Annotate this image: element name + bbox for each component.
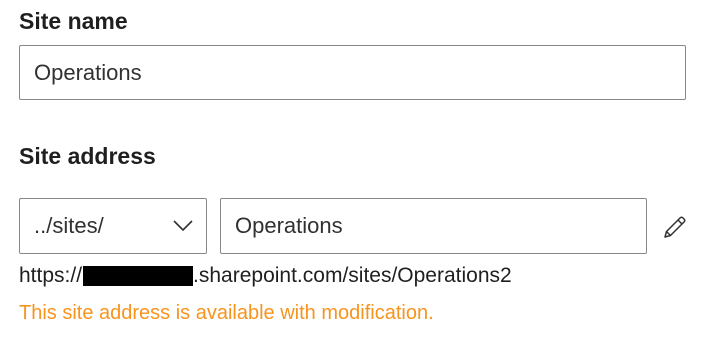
site-address-label: Site address xyxy=(19,143,156,169)
site-path-dropdown-value: ../sites/ xyxy=(34,213,104,238)
site-name-input[interactable]: Operations xyxy=(19,45,686,100)
redacted-tenant-name xyxy=(83,266,194,286)
pencil-icon[interactable] xyxy=(661,213,689,241)
chevron-down-icon xyxy=(172,219,194,233)
site-path-dropdown[interactable]: ../sites/ xyxy=(19,198,207,254)
site-address-value: Operations xyxy=(235,213,343,238)
site-name-label: Site name xyxy=(19,8,128,34)
url-prefix: https:// xyxy=(19,264,83,287)
site-name-value: Operations xyxy=(34,59,142,85)
url-suffix: .sharepoint.com/sites/Operations2 xyxy=(193,264,512,287)
site-address-input[interactable]: Operations xyxy=(220,198,647,254)
site-url-preview: https:// .sharepoint.com/sites/Operation… xyxy=(19,264,512,288)
availability-status-message: This site address is available with modi… xyxy=(19,302,434,324)
